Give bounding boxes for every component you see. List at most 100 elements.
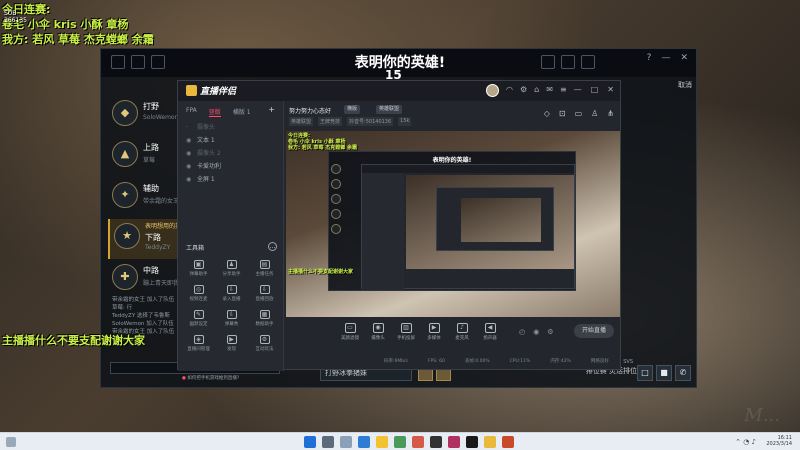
tab-vertical[interactable]: 竖版: [208, 107, 221, 117]
stream-preview[interactable]: 今日连赛: 卷毛 小伞 kris 小酥 章杨 我方: 若风 草莓 杰克螳螂 余霜…: [286, 131, 620, 317]
role-name: 辅助: [143, 184, 159, 193]
add-scene-icon[interactable]: +: [268, 106, 275, 117]
tab-horizontal[interactable]: 横版 1: [233, 107, 251, 117]
task-view-icon[interactable]: [340, 436, 352, 448]
clock[interactable]: 16:11 2023/3/14: [766, 435, 792, 447]
app-icon[interactable]: [448, 436, 460, 448]
maximize-icon[interactable]: □: [591, 85, 599, 94]
role-row-jungle[interactable]: ◆ 打野 SoloWemon: [108, 96, 188, 136]
stream-title[interactable]: 努力努力心态好: [289, 106, 331, 115]
tool-discover[interactable]: ▶ 发现: [215, 335, 248, 352]
gear-icon: ⚙: [259, 335, 270, 344]
app-icon[interactable]: [394, 436, 406, 448]
camera-button[interactable]: ◉ 摄像头: [364, 323, 392, 341]
settings-icon[interactable]: ⚙: [520, 85, 527, 94]
record-icon[interactable]: ◉: [533, 328, 539, 336]
scene-item[interactable]: ◉ 全屏 1: [178, 173, 283, 186]
role-row-top[interactable]: ▲ 上路 草莓: [108, 137, 188, 177]
toolbox-heading: 工具箱: [186, 245, 205, 252]
nested-role-icon: [331, 209, 341, 219]
tool-danmu-show[interactable]: ⇩ 弹幕秀: [215, 310, 248, 327]
tab-fpa[interactable]: FPA: [186, 107, 197, 117]
eye-icon[interactable]: ◉: [186, 160, 193, 173]
role-row-mid[interactable]: ✚ 中路 蹦上青天即我: [108, 260, 188, 300]
more-icon[interactable]: …: [268, 242, 277, 251]
tool-danmu[interactable]: ▣ 弹幕助手: [182, 260, 215, 277]
chat-toggle-icon[interactable]: □: [637, 365, 653, 381]
mail-icon[interactable]: ✉: [546, 85, 553, 94]
start-live-button[interactable]: 开始直播: [574, 324, 614, 338]
beauty-filter-button[interactable]: ▭ 美颜滤镜: [336, 323, 364, 341]
game-chip[interactable]: 英雄联盟: [376, 105, 403, 114]
game-client-icon[interactable]: [502, 436, 514, 448]
nested-role-icon: [331, 224, 341, 234]
scene-item[interactable]: · 摄像头: [178, 121, 283, 134]
gift-icon[interactable]: ◇: [544, 109, 550, 118]
share-icon[interactable]: ⋔: [607, 109, 614, 118]
minimize-icon[interactable]: —: [574, 85, 582, 94]
phone-cast-button[interactable]: ▥ 手机投屏: [392, 323, 420, 341]
app-icon[interactable]: [430, 436, 442, 448]
streaming-app-icon[interactable]: [484, 436, 496, 448]
scene-tabs: FPA 竖版 横版 1 +: [178, 101, 283, 117]
layout-chip[interactable]: 横版: [344, 105, 361, 114]
role-row-bottom[interactable]: ★ 表明想用的英雄 下路 TeddyZY: [108, 219, 188, 259]
app-title-bar: 直播伴侣 ◠ ⚙ ⌂ ✉ ≡ — □ ✕: [178, 81, 620, 101]
tool-record[interactable]: ⇩ 录入直播: [215, 285, 248, 302]
sub-category-tag[interactable]: 王牌竞技: [318, 117, 343, 126]
tool-replay[interactable]: ⇩ 直播回放: [248, 285, 281, 302]
tool-share[interactable]: ♟ 分享助手: [215, 260, 248, 277]
menu-icon[interactable]: ≡: [560, 85, 567, 94]
chat-line: SoloWemon 加入了队伍: [112, 321, 174, 327]
scene-item[interactable]: ◉ 摄像头 2: [178, 147, 283, 160]
timer-icon[interactable]: ◴: [519, 328, 525, 336]
data-icon: ▦: [259, 310, 270, 319]
tool-interact[interactable]: ⚙ 互动玩法: [248, 335, 281, 352]
shirt-icon[interactable]: ⌂: [534, 85, 539, 94]
voice-icon[interactable]: ✆: [675, 365, 691, 381]
gear-icon[interactable]: ⚙: [547, 328, 553, 336]
scene-item[interactable]: ◉ 文本 1: [178, 134, 283, 147]
media-button[interactable]: ▶ 多媒体: [420, 323, 448, 341]
avatar[interactable]: [486, 84, 499, 97]
search-icon[interactable]: [322, 436, 334, 448]
chat-box-icon[interactable]: ■: [656, 365, 672, 381]
scene-item[interactable]: ◉ 卡爱功利: [178, 160, 283, 173]
filter-icon: ▭: [344, 323, 356, 333]
source-controls: ▭ 美颜滤镜 ◉ 摄像头 ▥ 手机投屏 ▶ 多媒体 ♪ 麦克风 ◀ 扬声器 ◴ ◉ ⚙ 开始…: [284, 319, 622, 347]
eye-off-icon[interactable]: ·: [186, 121, 193, 134]
role-icon: ▲: [112, 141, 138, 167]
system-tray-icons[interactable]: ⌃ ◔ ♪: [735, 438, 756, 446]
browser-icon[interactable]: [358, 436, 370, 448]
nested-role-icon: [331, 194, 341, 204]
close-icon[interactable]: ✕: [607, 85, 614, 94]
speaker-button[interactable]: ◀ 扬声器: [476, 323, 504, 341]
help-notice[interactable]: ● 如何把手机游戏推到直播?: [182, 375, 282, 381]
tool-data[interactable]: ▦ 数据助手: [248, 310, 281, 327]
tool-room[interactable]: ◈ 直播间管理: [182, 335, 215, 352]
eye-icon[interactable]: ◉: [186, 134, 193, 147]
screen-icon[interactable]: ▭: [575, 109, 583, 118]
scene-sidebar: FPA 竖版 横版 1 + · 摄像头 ◉ 文本 1 ◉ 摄像头 2 ◉ 卡爱功…: [178, 101, 284, 381]
eye-icon[interactable]: ◉: [186, 173, 193, 186]
tool-settings[interactable]: ✎ 幽默设定: [182, 310, 215, 327]
windows-start-icon[interactable]: [304, 436, 316, 448]
headset-icon[interactable]: ◠: [506, 85, 513, 94]
tool-label: 视频连麦: [189, 297, 208, 302]
tool-video-link[interactable]: ◎ 视频连麦: [182, 285, 215, 302]
role-row-support[interactable]: ✦ 辅助 带余霜的女王: [108, 178, 188, 218]
cancel-label[interactable]: 取消: [678, 80, 692, 90]
control-label: 多媒体: [427, 336, 441, 341]
role-icon: ✚: [112, 264, 138, 290]
category-tag[interactable]: 英雄联盟: [289, 117, 314, 126]
folder-icon[interactable]: [376, 436, 388, 448]
room-icon: ◈: [193, 335, 204, 344]
microphone-button[interactable]: ♪ 麦克风: [448, 323, 476, 341]
user-icon[interactable]: ♙: [591, 109, 598, 118]
tool-task[interactable]: ▤ 主播任务: [248, 260, 281, 277]
app-icon[interactable]: [466, 436, 478, 448]
eye-icon[interactable]: ◉: [186, 147, 193, 160]
widgets-icon[interactable]: [6, 437, 16, 447]
lock-icon[interactable]: ⊡: [559, 109, 566, 118]
app-icon[interactable]: [412, 436, 424, 448]
